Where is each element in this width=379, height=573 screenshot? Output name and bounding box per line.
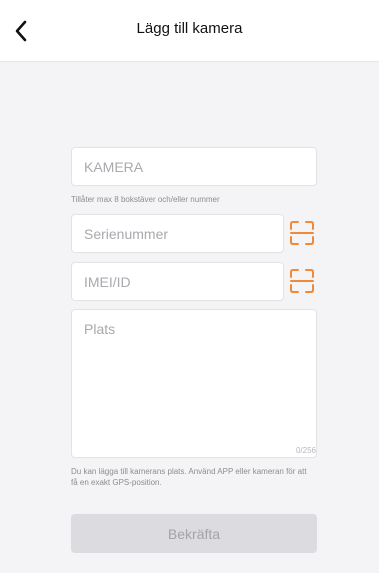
scan-serial-button[interactable] (289, 220, 315, 246)
location-hint: Du kan lägga till kamerans plats. Använd… (71, 467, 307, 487)
serial-number-input[interactable] (71, 214, 284, 253)
page-title: Lägg till kamera (136, 20, 243, 37)
character-counter: 0/256 (295, 446, 316, 455)
scan-imei-button[interactable] (289, 268, 315, 294)
scan-icon (290, 221, 314, 245)
imei-id-input[interactable] (71, 262, 284, 301)
camera-name-hint: Tillåter max 8 bokstäver och/eller numme… (71, 195, 220, 204)
confirm-button[interactable]: Bekräfta (71, 514, 317, 553)
camera-name-input[interactable] (71, 147, 317, 186)
location-textarea[interactable] (71, 309, 317, 458)
scan-icon (290, 269, 314, 293)
header-bar: Lägg till kamera (0, 0, 379, 62)
